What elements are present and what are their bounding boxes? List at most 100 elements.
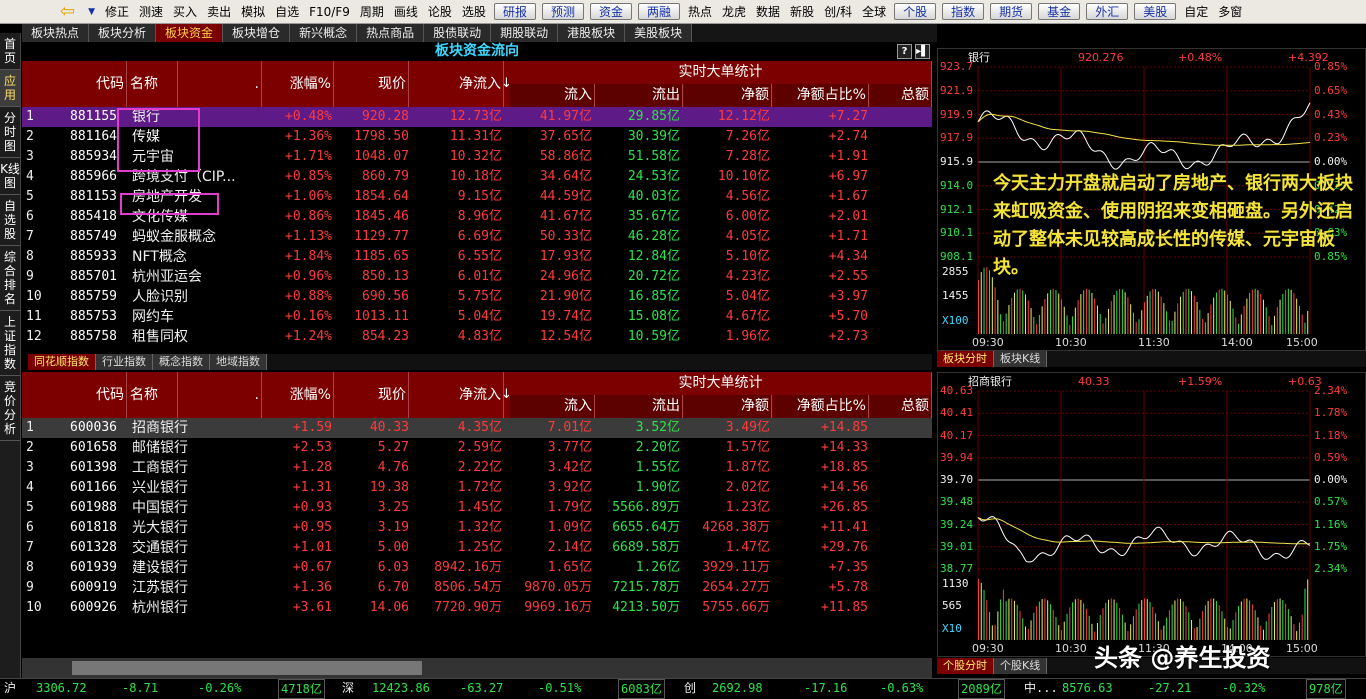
intraday-plot[interactable] [938, 373, 1366, 658]
toolbar-item-7[interactable]: 周期 [355, 0, 389, 24]
toolbar-item-3[interactable]: 卖出 [202, 0, 236, 24]
index-tab-0[interactable]: 同花顺指数 [28, 354, 96, 370]
toolbar-item-4[interactable]: 模拟 [236, 0, 270, 24]
toolbar-item-9[interactable]: 论股 [423, 0, 457, 24]
col-in[interactable]: 流入 [510, 395, 595, 418]
toolbar-button2-5[interactable]: 美股 [1134, 3, 1177, 20]
tab-9[interactable]: 美股板块 [625, 24, 693, 42]
sort-down-icon[interactable]: ↓ [501, 61, 512, 107]
back-arrow-icon[interactable]: ⇦ [0, 0, 83, 24]
col-total[interactable]: 总额 [870, 84, 932, 107]
chart-tab-1[interactable]: 板块K线 [994, 351, 1048, 367]
index-tab-3[interactable]: 地域指数 [210, 354, 267, 370]
tab-5[interactable]: 热点商品 [357, 24, 425, 42]
expand-icon[interactable]: ▸▌ [915, 44, 930, 59]
index-tab-2[interactable]: 概念指数 [153, 354, 210, 370]
toolbar-item2-5[interactable]: 全球 [857, 0, 891, 24]
index-tab-1[interactable]: 行业指数 [96, 354, 153, 370]
table-row[interactable]: 2 601658 邮储银行 +2.53 5.27 2.59亿 3.77亿 2.20亿 1.57亿… [22, 438, 932, 458]
toolbar-item2-4[interactable]: 创/科 [819, 0, 857, 24]
toolbar-item3-0[interactable]: 自定 [1179, 0, 1213, 24]
table-row[interactable]: 9 600919 江苏银行 +1.36 6.70 8506.54万 9870.05万 7215… [22, 578, 932, 598]
col-in[interactable]: 流入 [510, 84, 595, 107]
chart-tab-0[interactable]: 个股分时 [937, 658, 994, 674]
sidebar-item-5[interactable]: 综合排名 [0, 246, 20, 311]
col-name[interactable]: 名称 [130, 61, 178, 107]
toolbar-button2-3[interactable]: 基金 [1038, 3, 1081, 20]
tab-7[interactable]: 期股联动 [491, 24, 559, 42]
sidebar-item-3[interactable]: K线图 [0, 158, 20, 195]
table-row[interactable]: 1 600036 招商银行 +1.59 40.33 4.35亿 7.01亿 3.52亿 3.49… [22, 418, 932, 438]
toolbar-item-6[interactable]: F10/F9 [304, 0, 355, 24]
toolbar-item2-1[interactable]: 龙虎 [717, 0, 751, 24]
col-price[interactable]: 现价 [344, 61, 409, 107]
table-row[interactable]: 12 885758 租售同权 +1.24% 854.23 4.83亿 12.54亿 10.59… [22, 327, 932, 347]
table-row[interactable]: 6 601818 光大银行 +0.95 3.19 1.32亿 1.09亿 6655.64万 42… [22, 518, 932, 538]
col-net2[interactable]: 净额 [684, 395, 772, 418]
col-dot[interactable]: . [252, 61, 262, 107]
table-row[interactable]: 11 885753 网约车 +0.16% 1013.11 5.04亿 19.74亿 15.08… [22, 307, 932, 327]
sidebar-item-2[interactable]: 分时图 [0, 107, 20, 158]
col-net[interactable]: 净流入 [414, 372, 504, 418]
toolbar-item2-2[interactable]: 数据 [751, 0, 785, 24]
sidebar-item-0[interactable]: 首页 [0, 33, 20, 70]
tab-6[interactable]: 股债联动 [424, 24, 492, 42]
dropdown-icon[interactable]: ▼ [83, 0, 100, 24]
table-row[interactable]: 9 885701 杭州亚运会 +0.96% 850.13 6.01亿 24.96亿 20.72… [22, 267, 932, 287]
col-ratio[interactable]: 净额占比% [773, 84, 869, 107]
table-row[interactable]: 10 885759 人脸识别 +0.88% 690.56 5.75亿 21.90亿 16.85… [22, 287, 932, 307]
sidebar-item-6[interactable]: 上证指数 [0, 311, 20, 376]
toolbar-button-0[interactable]: 研报 [493, 3, 536, 20]
col-net2[interactable]: 净额 [684, 84, 772, 107]
sidebar-item-1[interactable]: 应用 [0, 70, 20, 107]
col-ratio[interactable]: 净额占比% [773, 395, 869, 418]
col-net[interactable]: 净流入 [414, 61, 504, 107]
table-row[interactable]: 8 601939 建设银行 +0.67 6.03 8942.16万 1.65亿 1.26亿 39… [22, 558, 932, 578]
toolbar-item-2[interactable]: 买入 [168, 0, 202, 24]
toolbar-button2-4[interactable]: 外汇 [1086, 3, 1129, 20]
table-row[interactable]: 3 601398 工商银行 +1.28 4.76 2.22亿 3.42亿 1.55亿 1.87亿… [22, 458, 932, 478]
toolbar-item-8[interactable]: 画线 [389, 0, 423, 24]
toolbar-button-1[interactable]: 预测 [541, 3, 584, 20]
toolbar-button-2[interactable]: 资金 [589, 3, 632, 20]
toolbar-button2-2[interactable]: 期货 [990, 3, 1033, 20]
col-total[interactable]: 总额 [870, 395, 932, 418]
col-name[interactable]: 名称 [130, 372, 178, 418]
toolbar-item2-0[interactable]: 热点 [683, 0, 717, 24]
toolbar-item2-3[interactable]: 新股 [785, 0, 819, 24]
toolbar-item-0[interactable]: 修正 [100, 0, 134, 24]
table-row[interactable]: 8 885933 NFT概念 +1.84% 1185.65 6.55亿 17.93亿 12.8… [22, 247, 932, 267]
col-out[interactable]: 流出 [595, 395, 683, 418]
tab-3[interactable]: 板块增仓 [223, 24, 291, 42]
sidebar-item-4[interactable]: 自选股 [0, 195, 20, 246]
toolbar-item3-1[interactable]: 多窗 [1213, 0, 1247, 24]
toolbar-button-3[interactable]: 两融 [637, 3, 680, 20]
table-row[interactable]: 7 885749 蚂蚁金服概念 +1.13% 1129.77 6.69亿 50.33亿 46.… [22, 227, 932, 247]
toolbar-button2-0[interactable]: 个股 [894, 3, 937, 20]
table-row[interactable]: 10 600926 杭州银行 +3.61 14.06 7720.90万 9969.16万 42… [22, 598, 932, 618]
table-row[interactable]: 7 601328 交通银行 +1.01 5.00 1.25亿 2.14亿 6689.58万 1.… [22, 538, 932, 558]
toolbar-item-5[interactable]: 自选 [270, 0, 304, 24]
chart-tab-0[interactable]: 板块分时 [937, 351, 994, 367]
tab-4[interactable]: 新兴概念 [290, 24, 358, 42]
toolbar-button2-1[interactable]: 指数 [942, 3, 985, 20]
tab-1[interactable]: 板块分析 [89, 24, 157, 42]
tab-8[interactable]: 港股板块 [558, 24, 626, 42]
tab-0[interactable]: 板块热点 [22, 24, 90, 42]
tab-2[interactable]: 板块资金 [156, 24, 224, 42]
col-chg[interactable]: 涨幅% [274, 61, 334, 107]
table-row[interactable]: 5 601988 中国银行 +0.93 3.25 1.45亿 1.79亿 5566.89万 1.… [22, 498, 932, 518]
table-row[interactable]: 4 601166 兴业银行 +1.31 19.38 1.72亿 3.92亿 1.90亿 2.02… [22, 478, 932, 498]
help-icon[interactable]: ? [897, 44, 912, 59]
toolbar-item-1[interactable]: 测速 [134, 0, 168, 24]
col-price[interactable]: 现价 [344, 372, 409, 418]
col-code[interactable]: 代码 [52, 61, 127, 107]
col-code[interactable]: 代码 [52, 372, 127, 418]
toolbar-item-10[interactable]: 选股 [457, 0, 491, 24]
sidebar-item-7[interactable]: 竞价分析 [0, 376, 20, 441]
chart-tab-1[interactable]: 个股K线 [994, 658, 1048, 674]
col-chg[interactable]: 涨幅% [274, 372, 334, 418]
col-dot[interactable]: . [252, 372, 262, 418]
sort-down-icon[interactable]: ↓ [501, 372, 512, 418]
horizontal-scrollbar[interactable] [22, 658, 932, 678]
